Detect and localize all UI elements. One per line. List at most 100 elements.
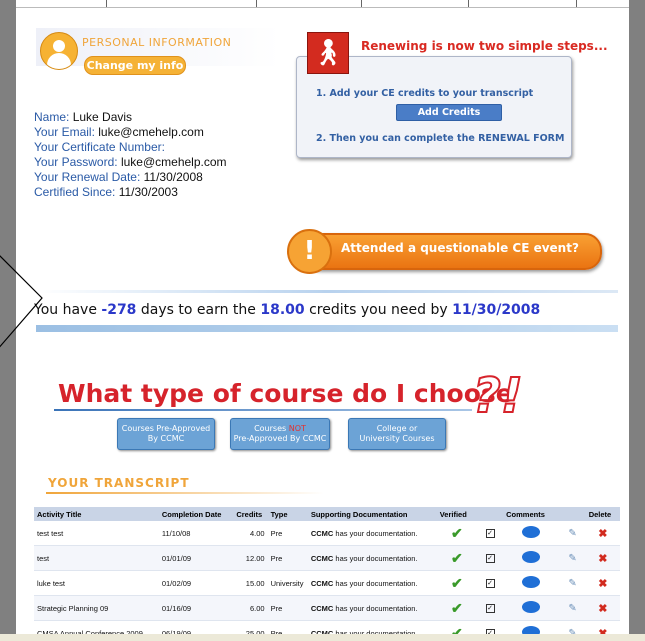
question-exclamation-graphic: ?! (472, 367, 524, 425)
col-credits: Credits (233, 507, 268, 521)
renewal-date-line: Your Renewal Date: 11/30/2008 (34, 170, 203, 184)
renewal-title: Renewing is now two simple steps... (361, 39, 608, 53)
table-row: Strategic Planning 09 01/16/09 6.00 Pre CCMC… (34, 595, 620, 621)
delete-icon[interactable]: ✖ (585, 570, 620, 596)
comment-bubble-icon[interactable] (503, 545, 560, 571)
verified-checkbox[interactable]: ✓ (476, 620, 504, 634)
email-line: Your Email: luke@cmehelp.com (34, 125, 204, 139)
certified-since-line: Certified Since: 11/30/2003 (34, 185, 178, 199)
credits-cell: 15.00 (233, 570, 268, 596)
pre-approved-courses-button[interactable]: Courses Pre-Approved By CCMC (117, 418, 215, 450)
add-credits-button[interactable]: Add Credits (396, 104, 502, 121)
verified-check-icon: ✔ (436, 545, 477, 571)
table-row: test 01/01/09 12.00 Pre CCMC has your docume… (34, 545, 620, 571)
divider-bar (36, 325, 618, 332)
documentation-cell: CCMC has your documentation. (307, 620, 437, 634)
type-cell: Pre (267, 521, 308, 546)
documentation-cell: CCMC has your documentation. (307, 595, 437, 621)
verified-checkbox[interactable]: ✓ (476, 595, 504, 621)
delete-icon[interactable]: ✖ (585, 521, 620, 546)
type-cell: Pre (267, 595, 308, 621)
table-row: test test 11/10/08 4.00 Pre CCMC has your do… (34, 521, 620, 546)
verified-check-icon: ✔ (436, 570, 477, 596)
browser-status-bar (0, 634, 645, 641)
deadline-date-value: 11/30/2008 (452, 302, 541, 318)
top-border (16, 0, 629, 8)
verified-checkbox[interactable]: ✓ (476, 545, 504, 571)
completion-date-cell: 01/02/09 (158, 570, 234, 596)
col-delete: Delete (585, 507, 620, 521)
comment-bubble-icon[interactable] (503, 620, 560, 634)
table-header-row: Activity Title Completion Date Credits T… (34, 507, 620, 521)
completion-date-cell: 11/10/08 (158, 521, 234, 546)
comment-bubble-icon[interactable] (503, 521, 560, 546)
delete-icon[interactable]: ✖ (585, 545, 620, 571)
certificate-line: Your Certificate Number: (34, 140, 165, 154)
completion-date-cell: 01/01/09 (158, 545, 234, 571)
activity-title-cell: test (34, 545, 159, 571)
questionable-ce-label[interactable]: Attended a questionable CE event? (341, 241, 579, 255)
col-blank-1 (476, 507, 504, 521)
verified-check-icon: ✔ (436, 620, 477, 634)
change-my-info-button[interactable]: Change my info (84, 56, 186, 75)
edit-icon[interactable]: ✎ (559, 620, 586, 634)
type-cell: Pre (267, 545, 308, 571)
table-row: CMSA Annual Conference 2009 06/19/09 25.00… (34, 620, 620, 634)
transcript-title: YOUR TRANSCRIPT (48, 476, 190, 490)
table-row: luke test 01/02/09 15.00 University CCMC has… (34, 570, 620, 596)
edit-icon[interactable]: ✎ (559, 521, 586, 546)
documentation-cell: CCMC has your documentation. (307, 521, 437, 546)
col-comments: Comments (503, 507, 560, 521)
verified-check-icon: ✔ (436, 521, 477, 546)
divider (36, 290, 618, 293)
delete-icon[interactable]: ✖ (585, 620, 620, 634)
course-heading-underline (54, 409, 472, 411)
completion-date-cell: 06/19/09 (158, 620, 234, 634)
password-line: Your Password: luke@cmehelp.com (34, 155, 227, 169)
completion-date-cell: 01/16/09 (158, 595, 234, 621)
verified-checkbox[interactable]: ✓ (476, 521, 504, 546)
step-one-text: 1. Add your CE credits to your transcrip… (316, 88, 534, 99)
verified-checkbox[interactable]: ✓ (476, 570, 504, 596)
credits-cell: 4.00 (233, 521, 268, 546)
activity-title-cell: luke test (34, 570, 159, 596)
col-verified: Verified (436, 507, 477, 521)
activity-title-cell: test test (34, 521, 159, 546)
exclamation-icon: ! (287, 229, 332, 274)
page: PERSONAL INFORMATION Change my info Name… (16, 0, 629, 634)
credits-needed-value: 18.00 (260, 302, 305, 318)
personal-info-title: PERSONAL INFORMATION (82, 36, 232, 49)
edit-icon[interactable]: ✎ (559, 570, 586, 596)
user-avatar-icon (40, 32, 78, 70)
credits-cell: 25.00 (233, 620, 268, 634)
transcript-underline (46, 492, 324, 494)
activity-title-cell: Strategic Planning 09 (34, 595, 159, 621)
edit-icon[interactable]: ✎ (559, 595, 586, 621)
activity-title-cell: CMSA Annual Conference 2009 (34, 620, 159, 634)
comment-bubble-icon[interactable] (503, 570, 560, 596)
credits-cell: 12.00 (233, 545, 268, 571)
not-pre-approved-courses-button[interactable]: Courses NOT Pre-Approved By CCMC (230, 418, 330, 450)
name-line: Name: Luke Davis (34, 110, 133, 124)
days-remaining-text: You have -278 days to earn the 18.00 cre… (34, 302, 541, 318)
edit-icon[interactable]: ✎ (559, 545, 586, 571)
arrow-outline-graphic (0, 255, 43, 348)
delete-icon[interactable]: ✖ (585, 595, 620, 621)
comment-bubble-icon[interactable] (503, 595, 560, 621)
type-cell: Pre (267, 620, 308, 634)
step-two-renewal-form-link[interactable]: 2. Then you can complete the RENEWAL FOR… (316, 133, 564, 144)
col-blank-2 (559, 507, 586, 521)
col-supporting-documentation: Supporting Documentation (307, 507, 437, 521)
credits-cell: 6.00 (233, 595, 268, 621)
documentation-cell: CCMC has your documentation. (307, 545, 437, 571)
type-cell: University (267, 570, 308, 596)
walking-person-icon: 🚶︎ (307, 32, 349, 74)
documentation-cell: CCMC has your documentation. (307, 570, 437, 596)
verified-check-icon: ✔ (436, 595, 477, 621)
college-university-courses-button[interactable]: College or University Courses (348, 418, 446, 450)
col-activity-title: Activity Title (34, 507, 159, 521)
col-type: Type (267, 507, 308, 521)
col-completion-date: Completion Date (158, 507, 234, 521)
days-value: -278 (101, 302, 137, 318)
course-type-heading: What type of course do I choose (58, 379, 513, 408)
